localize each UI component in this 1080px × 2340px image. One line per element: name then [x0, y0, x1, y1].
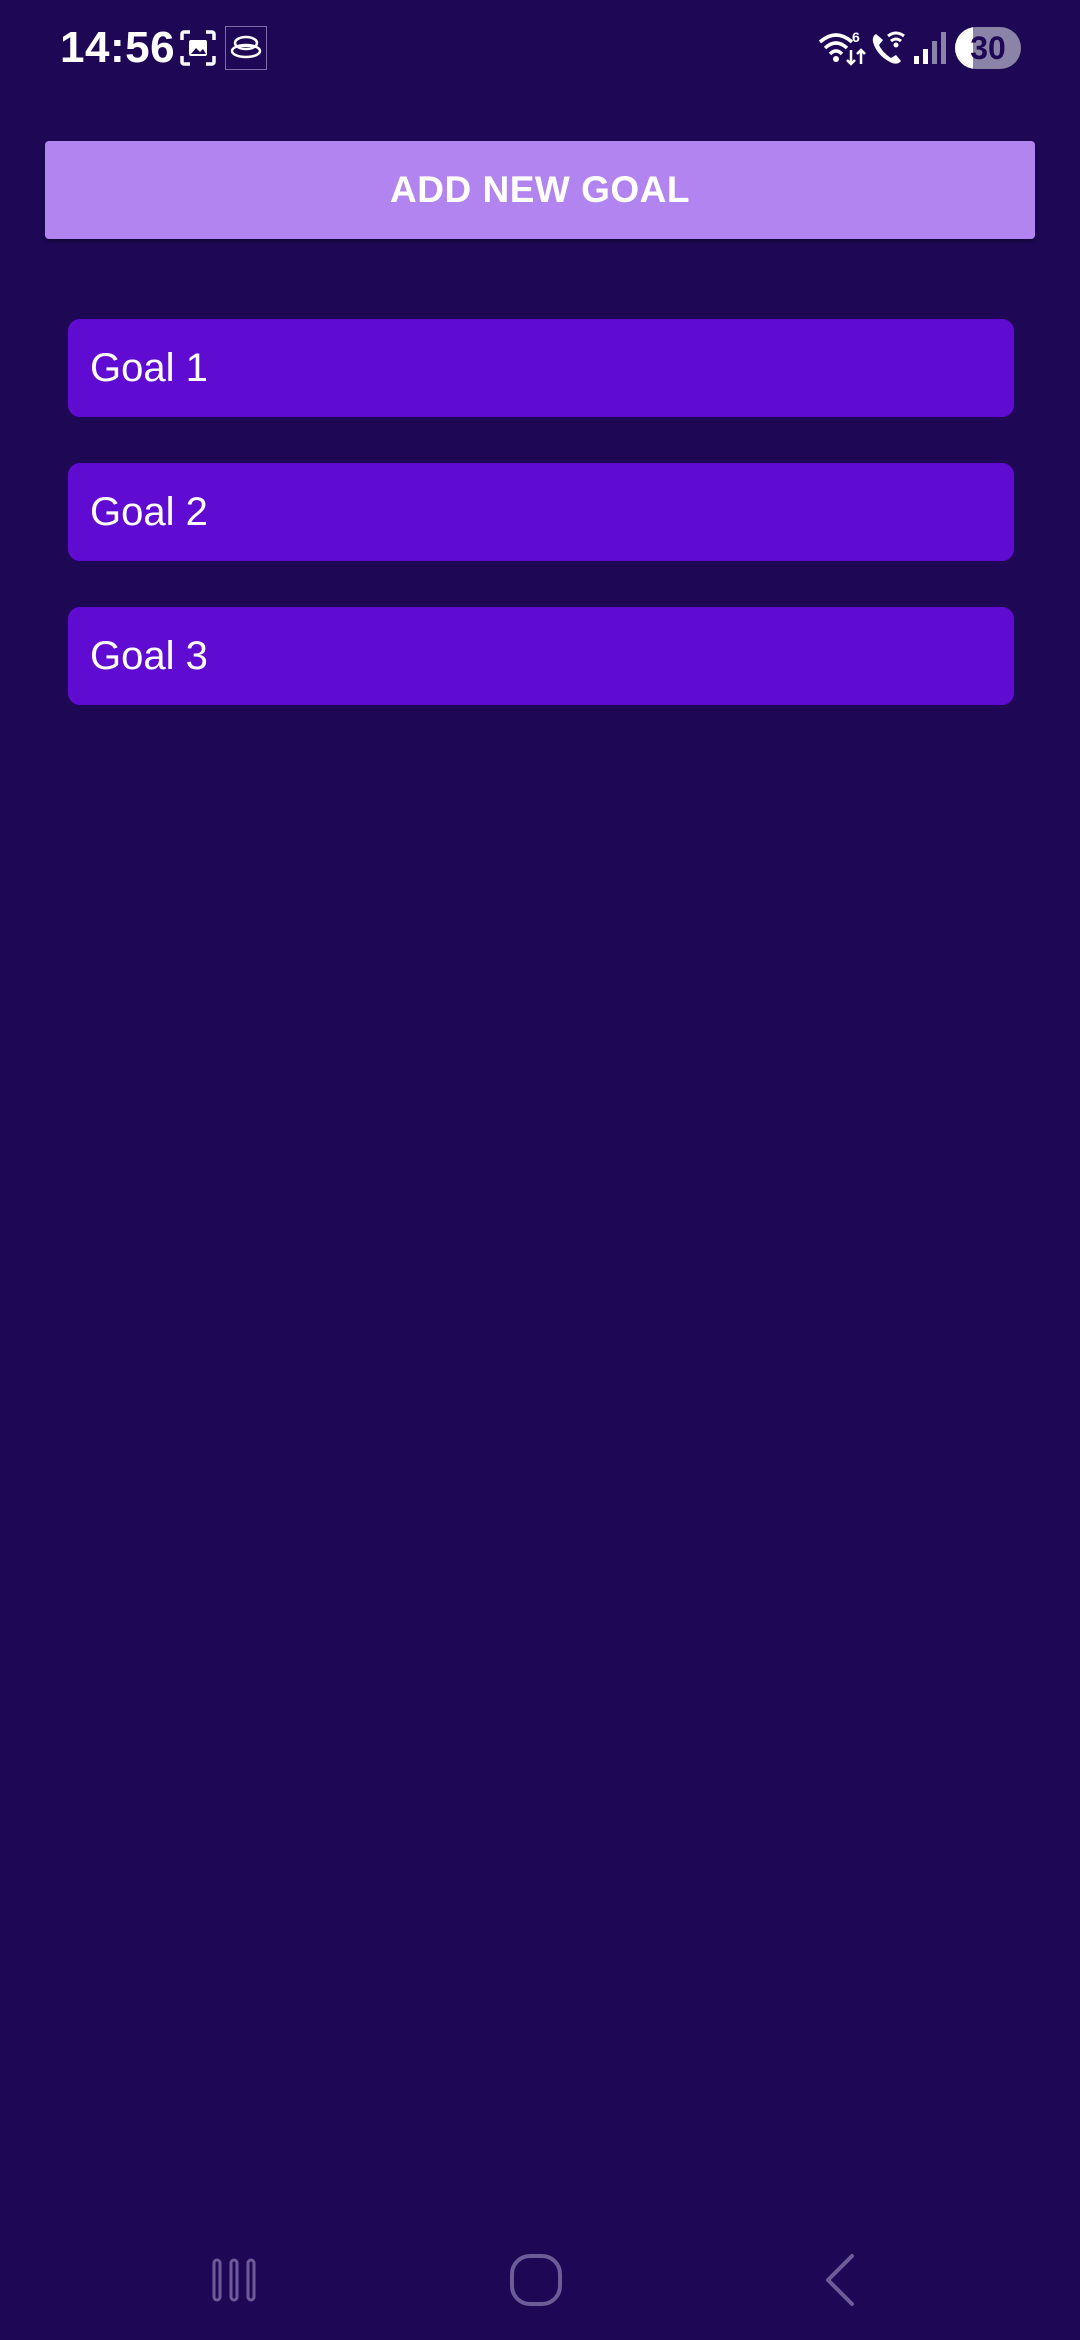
battery-icon: 30 [955, 27, 1021, 69]
wifi-6-icon: 6 [818, 28, 866, 68]
goal-item[interactable]: Goal 3 [68, 607, 1014, 705]
back-icon[interactable] [800, 2240, 880, 2320]
goal-item[interactable]: Goal 1 [68, 319, 1014, 417]
goal-label: Goal 3 [90, 633, 208, 678]
add-new-goal-button[interactable]: ADD NEW GOAL [45, 141, 1035, 239]
svg-text:6: 6 [852, 29, 860, 45]
navigation-bar [0, 2220, 1080, 2340]
status-bar: 14:56 6 30 [0, 0, 1080, 100]
goal-label: Goal 1 [90, 345, 208, 390]
wifi-calling-icon [868, 28, 908, 68]
app-screen: 14:56 6 30 ADD NEW GOAL Goal 1 Goal 2 Go… [0, 0, 1080, 2340]
goal-list: Goal 1 Goal 2 Goal 3 [68, 319, 1014, 751]
app-notification-icon [225, 26, 267, 70]
recent-apps-icon[interactable] [194, 2240, 274, 2320]
goal-label: Goal 2 [90, 489, 208, 534]
add-new-goal-label: ADD NEW GOAL [390, 169, 690, 210]
cellular-signal-icon [912, 28, 948, 68]
battery-level: 30 [970, 30, 1006, 66]
status-time: 14:56 [60, 23, 176, 72]
screenshot-icon [178, 28, 218, 68]
goal-item[interactable]: Goal 2 [68, 463, 1014, 561]
home-icon[interactable] [496, 2240, 576, 2320]
